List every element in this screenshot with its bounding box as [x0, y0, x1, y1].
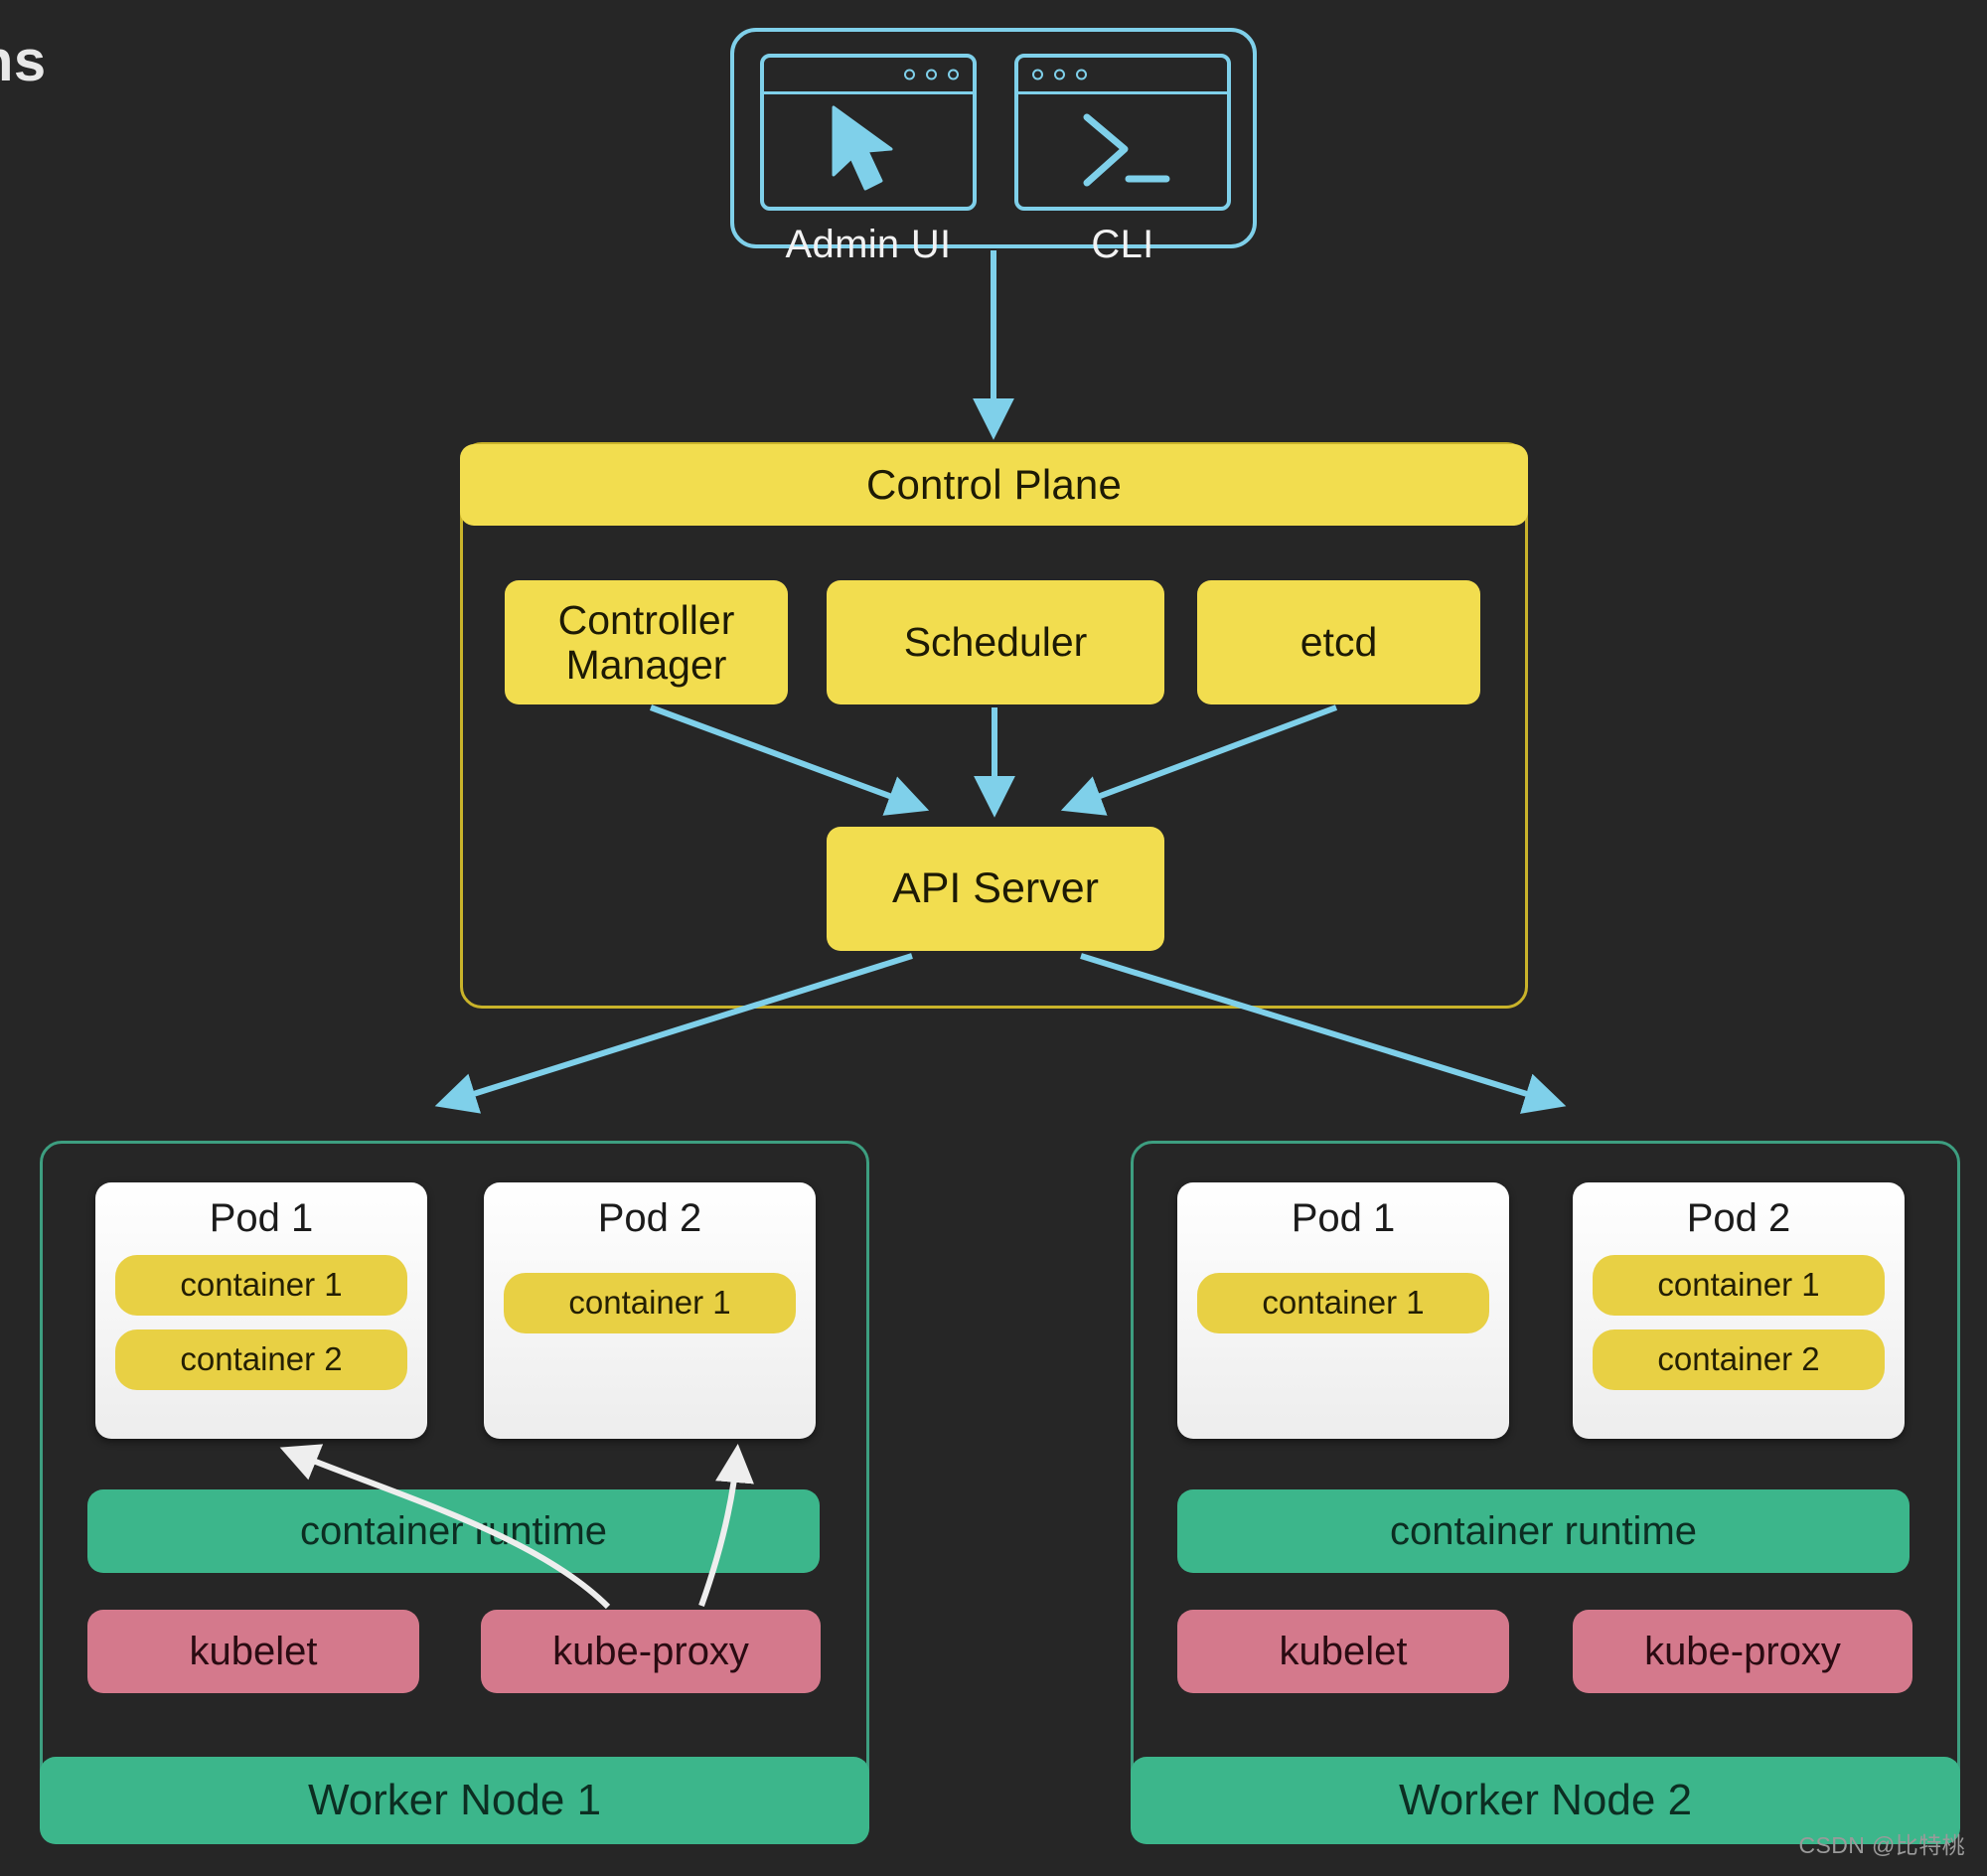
control-plane-component-scheduler[interactable]: Scheduler	[827, 580, 1164, 704]
watermark: CSDN @比特桃	[1798, 1832, 1965, 1858]
window-titlebar	[1018, 58, 1227, 94]
worker-node-2-kubelet[interactable]: kubelet	[1177, 1610, 1509, 1693]
container-chip: container 1	[1197, 1273, 1489, 1333]
worker-node-2-pod-2[interactable]: Pod 2 container 1 container 2	[1573, 1182, 1905, 1439]
worker-node-1-footer[interactable]: Worker Node 1	[40, 1757, 869, 1844]
control-plane-component-controller-manager[interactable]: Controller Manager	[505, 580, 788, 704]
clients-group: Admin UI CLI	[730, 28, 1257, 266]
pod-title: Pod 1	[209, 1196, 314, 1240]
container-chip: container 2	[115, 1329, 407, 1390]
diagram-canvas: ns Admin UI	[0, 0, 1987, 1876]
window-dots-icon	[1032, 69, 1087, 80]
client-admin-ui[interactable]: Admin UI	[760, 54, 977, 267]
client-label-admin-ui: Admin UI	[785, 223, 952, 266]
container-chip: container 1	[115, 1255, 407, 1316]
worker-node-1-kube-proxy[interactable]: kube-proxy	[481, 1610, 821, 1693]
window-content	[1018, 91, 1227, 207]
worker-node-2-kube-proxy[interactable]: kube-proxy	[1573, 1610, 1912, 1693]
window-dots-icon	[904, 69, 959, 80]
controller-manager-line1: Controller	[557, 597, 735, 644]
pod-title: Pod 1	[1291, 1196, 1396, 1240]
pod-title: Pod 2	[1686, 1196, 1791, 1240]
worker-node-1-pod-2[interactable]: Pod 2 container 1	[484, 1182, 816, 1439]
window-titlebar	[764, 58, 973, 94]
worker-node-1-pod-1[interactable]: Pod 1 container 1 container 2	[95, 1182, 427, 1439]
window-content	[764, 91, 973, 207]
control-plane-component-etcd[interactable]: etcd	[1197, 580, 1480, 704]
cursor-arrow-icon	[832, 105, 893, 191]
pod-title: Pod 2	[597, 1196, 702, 1240]
worker-node-1-container-runtime[interactable]: container runtime	[87, 1489, 820, 1573]
worker-node-2-container-runtime[interactable]: container runtime	[1177, 1489, 1910, 1573]
control-plane-component-api-server[interactable]: API Server	[827, 827, 1164, 951]
terminal-window-icon	[1014, 54, 1231, 211]
cropped-heading-fragment: ns	[0, 29, 47, 93]
control-plane-title: Control Plane	[460, 444, 1528, 526]
worker-node-2-pod-1[interactable]: Pod 1 container 1	[1177, 1182, 1509, 1439]
container-chip: container 1	[1593, 1255, 1885, 1316]
client-cli[interactable]: CLI	[1014, 54, 1231, 267]
container-chip: container 2	[1593, 1329, 1885, 1390]
worker-node-1-kubelet[interactable]: kubelet	[87, 1610, 419, 1693]
client-label-cli: CLI	[1091, 223, 1154, 266]
controller-manager-line2: Manager	[565, 641, 727, 688]
container-chip: container 1	[504, 1273, 796, 1333]
browser-window-icon	[760, 54, 977, 211]
terminal-prompt-icon	[1083, 113, 1170, 187]
